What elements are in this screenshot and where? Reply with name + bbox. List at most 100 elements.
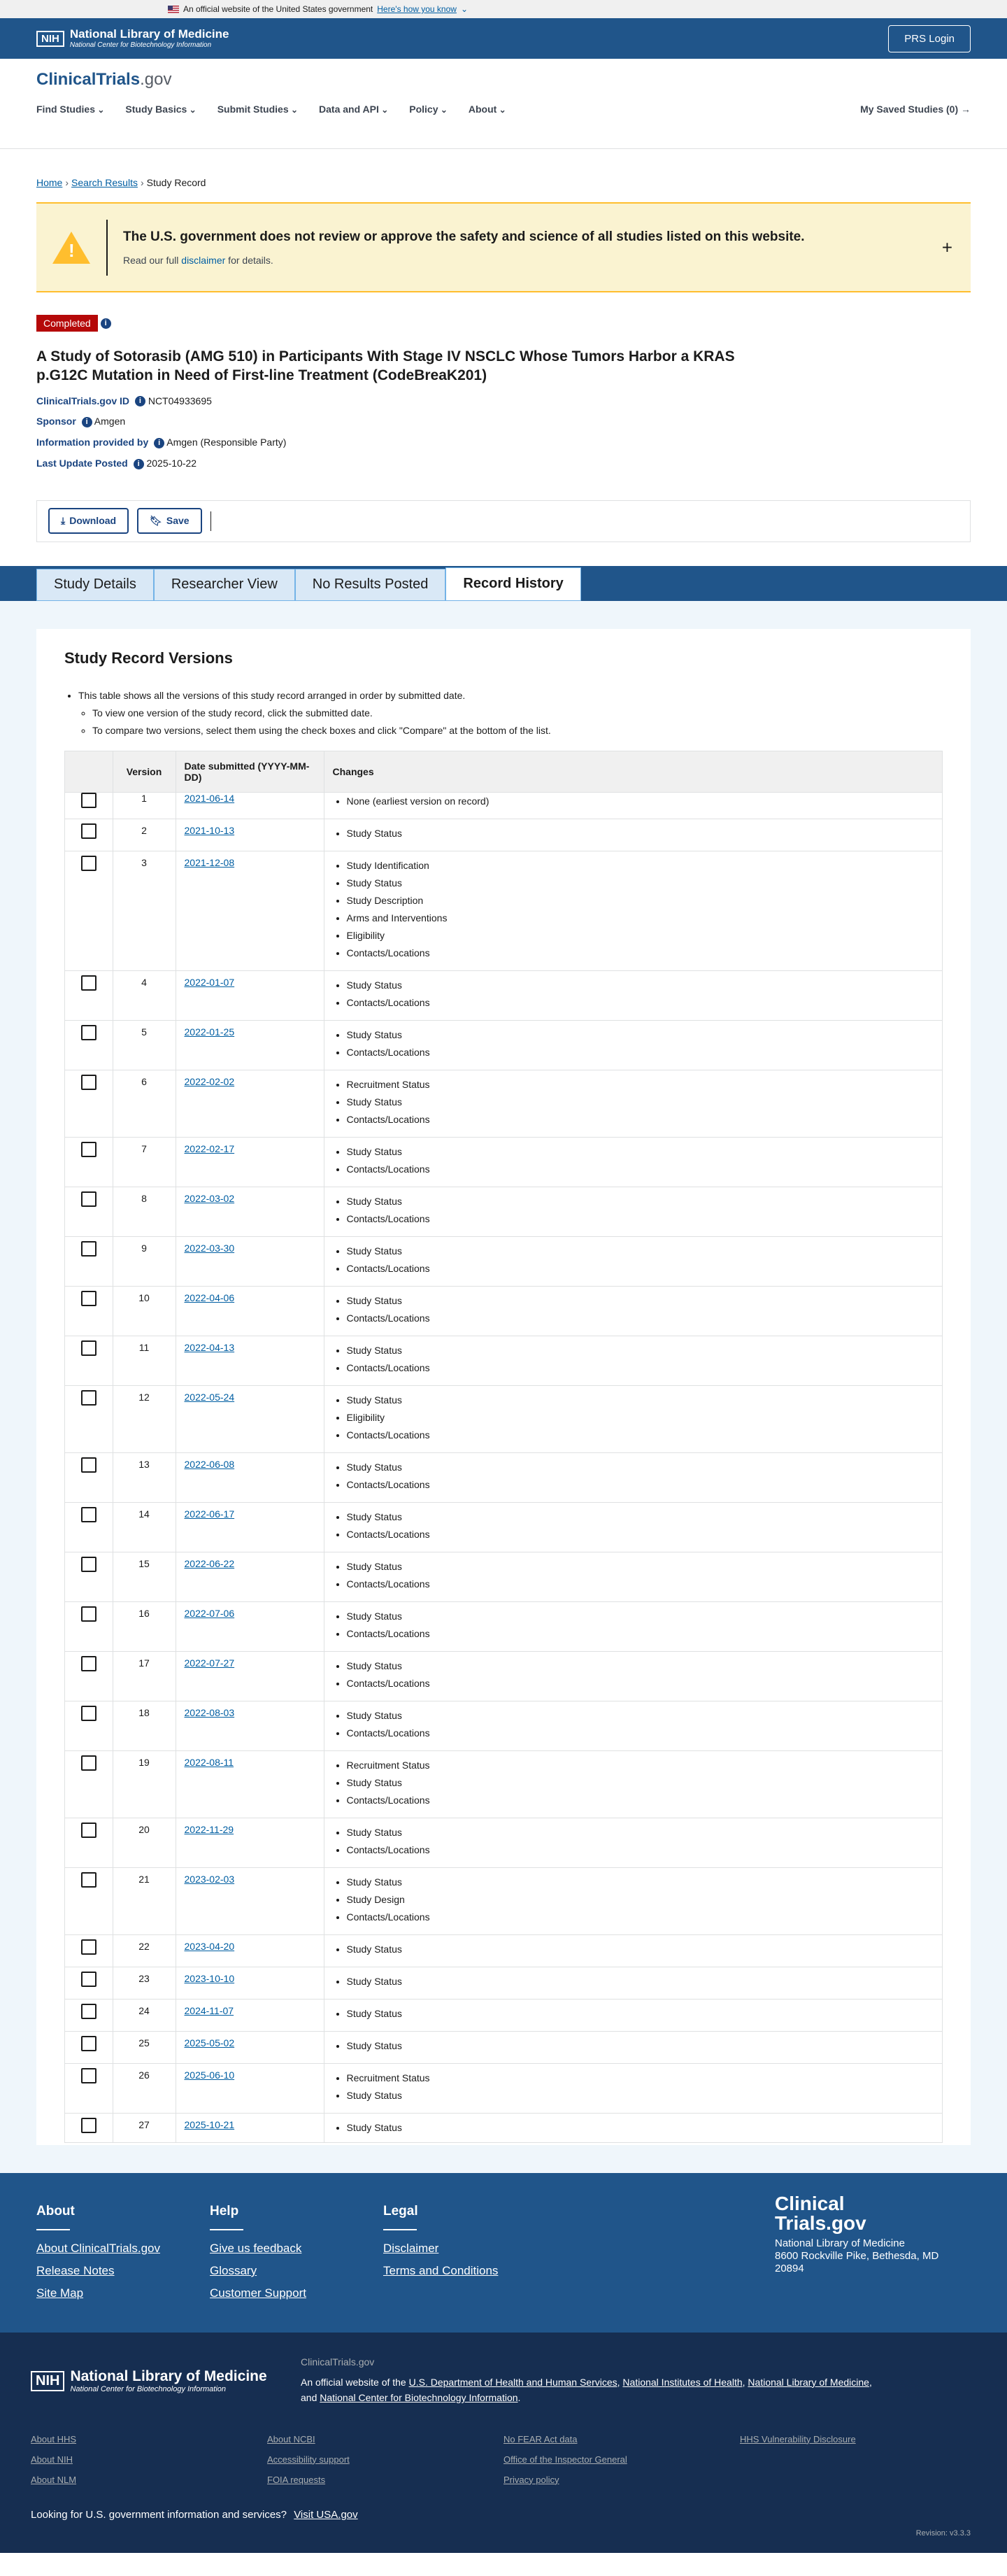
version-date-link[interactable]: 2022-07-27: [185, 1657, 235, 1669]
version-checkbox[interactable]: [80, 2003, 97, 2019]
disclaimer-link[interactable]: disclaimer: [181, 255, 225, 266]
nlm-link[interactable]: National Library of Medicine: [748, 2377, 869, 2388]
version-checkbox[interactable]: [80, 1389, 97, 1406]
footer-link[interactable]: Office of the Inspector General: [503, 2454, 740, 2465]
version-checkbox[interactable]: [80, 1822, 97, 1838]
breadcrumb-home[interactable]: Home: [36, 177, 62, 188]
version-date-link[interactable]: 2022-08-03: [185, 1707, 235, 1718]
version-checkbox[interactable]: [80, 823, 97, 839]
version-date-link[interactable]: 2025-06-10: [185, 2069, 235, 2081]
version-date-link[interactable]: 2022-11-29: [185, 1824, 234, 1835]
version-checkbox[interactable]: [80, 1074, 97, 1090]
info-icon[interactable]: i: [134, 396, 145, 407]
footer-link[interactable]: No FEAR Act data: [503, 2434, 740, 2444]
version-date-link[interactable]: 2021-10-13: [185, 825, 235, 836]
version-checkbox[interactable]: [80, 1191, 97, 1207]
footer-link[interactable]: About NIH: [31, 2454, 267, 2465]
breadcrumb-search-results[interactable]: Search Results: [71, 177, 138, 188]
version-date-link[interactable]: 2023-04-20: [185, 1941, 235, 1952]
footer-link[interactable]: About NLM: [31, 2475, 267, 2485]
saved-studies-link[interactable]: My Saved Studies (0) →: [860, 104, 971, 115]
footer-link[interactable]: Glossary: [210, 2264, 383, 2278]
ncbi-link[interactable]: National Center for Biotechnology Inform…: [320, 2392, 517, 2403]
version-checkbox[interactable]: [80, 1755, 97, 1771]
version-date-link[interactable]: 2024-11-07: [185, 2005, 234, 2016]
hhs-link[interactable]: U.S. Department of Health and Human Serv…: [409, 2377, 617, 2388]
footer-link[interactable]: FOIA requests: [267, 2475, 503, 2485]
version-checkbox[interactable]: [80, 2035, 97, 2051]
versions-table-wrapper[interactable]: Version Date submitted (YYYY-MM-DD) Chan…: [64, 751, 943, 2144]
heres-how-you-know-link[interactable]: Here's how you know: [377, 4, 457, 14]
version-checkbox[interactable]: [80, 1705, 97, 1721]
version-date-link[interactable]: 2022-08-11: [185, 1757, 234, 1768]
version-checkbox[interactable]: [80, 1506, 97, 1522]
tab-no-results-posted[interactable]: No Results Posted: [294, 568, 446, 601]
footer-link[interactable]: Give us feedback: [210, 2242, 383, 2256]
version-date-link[interactable]: 2022-06-08: [185, 1459, 235, 1470]
version-date-link[interactable]: 2022-01-07: [185, 977, 235, 988]
version-checkbox[interactable]: [80, 1290, 97, 1306]
footer-link[interactable]: Accessibility support: [267, 2454, 503, 2465]
version-date-link[interactable]: 2025-05-02: [185, 2037, 235, 2048]
footer-link[interactable]: Disclaimer: [383, 2242, 557, 2256]
info-icon[interactable]: i: [100, 318, 111, 329]
version-date-link[interactable]: 2022-02-17: [185, 1143, 235, 1154]
version-date-link[interactable]: 2022-03-30: [185, 1243, 235, 1254]
version-date-link[interactable]: 2023-10-10: [185, 1973, 235, 1984]
footer-link[interactable]: Site Map: [36, 2286, 210, 2300]
nlm-logo[interactable]: NIH National Library of Medicine Nationa…: [36, 27, 229, 49]
menu-policy[interactable]: Policy: [409, 104, 448, 115]
version-date-link[interactable]: 2022-03-02: [185, 1193, 235, 1204]
info-icon[interactable]: i: [133, 458, 144, 469]
footer-link[interactable]: Privacy policy: [503, 2475, 740, 2485]
version-checkbox[interactable]: [80, 2117, 97, 2133]
version-checkbox[interactable]: [80, 1024, 97, 1040]
footer-link[interactable]: About NCBI: [267, 2434, 503, 2444]
version-date-link[interactable]: 2022-02-02: [185, 1076, 235, 1087]
info-icon[interactable]: i: [81, 417, 92, 428]
menu-study-basics[interactable]: Study Basics: [125, 104, 196, 115]
tab-study-details[interactable]: Study Details: [36, 568, 154, 601]
version-checkbox[interactable]: [80, 975, 97, 991]
info-icon[interactable]: i: [154, 437, 165, 448]
footer-link[interactable]: Release Notes: [36, 2264, 210, 2278]
usa-gov-link[interactable]: Visit USA.gov: [294, 2509, 357, 2521]
version-date-link[interactable]: 2021-06-14: [185, 793, 235, 804]
menu-find-studies[interactable]: Find Studies: [36, 104, 104, 115]
version-date-link[interactable]: 2022-07-06: [185, 1608, 235, 1619]
footer-link[interactable]: HHS Vulnerability Disclosure: [740, 2434, 976, 2444]
version-checkbox[interactable]: [80, 1457, 97, 1473]
version-checkbox[interactable]: [80, 1340, 97, 1356]
version-checkbox[interactable]: [80, 1971, 97, 1987]
menu-submit-studies[interactable]: Submit Studies: [217, 104, 298, 115]
footer-link[interactable]: Terms and Conditions: [383, 2264, 557, 2278]
version-checkbox[interactable]: [80, 855, 97, 871]
version-checkbox[interactable]: [80, 1556, 97, 1572]
version-date-link[interactable]: 2025-10-21: [185, 2119, 235, 2130]
version-checkbox[interactable]: [80, 2067, 97, 2083]
download-button[interactable]: ⤓ Download: [48, 508, 129, 535]
version-date-link[interactable]: 2022-01-25: [185, 1026, 235, 1038]
save-button[interactable]: 🔖︎ Save: [137, 508, 202, 535]
version-date-link[interactable]: 2022-04-06: [185, 1292, 235, 1303]
version-checkbox[interactable]: [80, 1141, 97, 1157]
version-checkbox[interactable]: [80, 1606, 97, 1622]
version-date-link[interactable]: 2022-04-13: [185, 1342, 235, 1353]
version-date-link[interactable]: 2022-06-22: [185, 1558, 235, 1569]
version-date-link[interactable]: 2022-05-24: [185, 1392, 235, 1403]
expand-plus-icon[interactable]: +: [942, 236, 952, 258]
chevron-down-icon[interactable]: ⌄: [461, 4, 468, 14]
footer-link[interactable]: Customer Support: [210, 2286, 383, 2300]
version-date-link[interactable]: 2023-02-03: [185, 1874, 235, 1885]
tab-researcher-view[interactable]: Researcher View: [153, 568, 295, 601]
version-checkbox[interactable]: [80, 1655, 97, 1671]
version-date-link[interactable]: 2022-06-17: [185, 1508, 235, 1520]
tab-record-history[interactable]: Record History: [445, 567, 581, 601]
nih-link[interactable]: National Institutes of Health: [622, 2377, 742, 2388]
footer-link[interactable]: About ClinicalTrials.gov: [36, 2242, 210, 2256]
clinicaltrials-logo[interactable]: ClinicalTrials.gov: [36, 70, 971, 90]
nlm-footer-logo[interactable]: NIH National Library of Medicine Nationa…: [31, 2356, 273, 2406]
prs-login-button[interactable]: PRS Login: [888, 24, 971, 52]
menu-data-and-api[interactable]: Data and API: [319, 104, 388, 115]
menu-about[interactable]: About: [469, 104, 506, 115]
